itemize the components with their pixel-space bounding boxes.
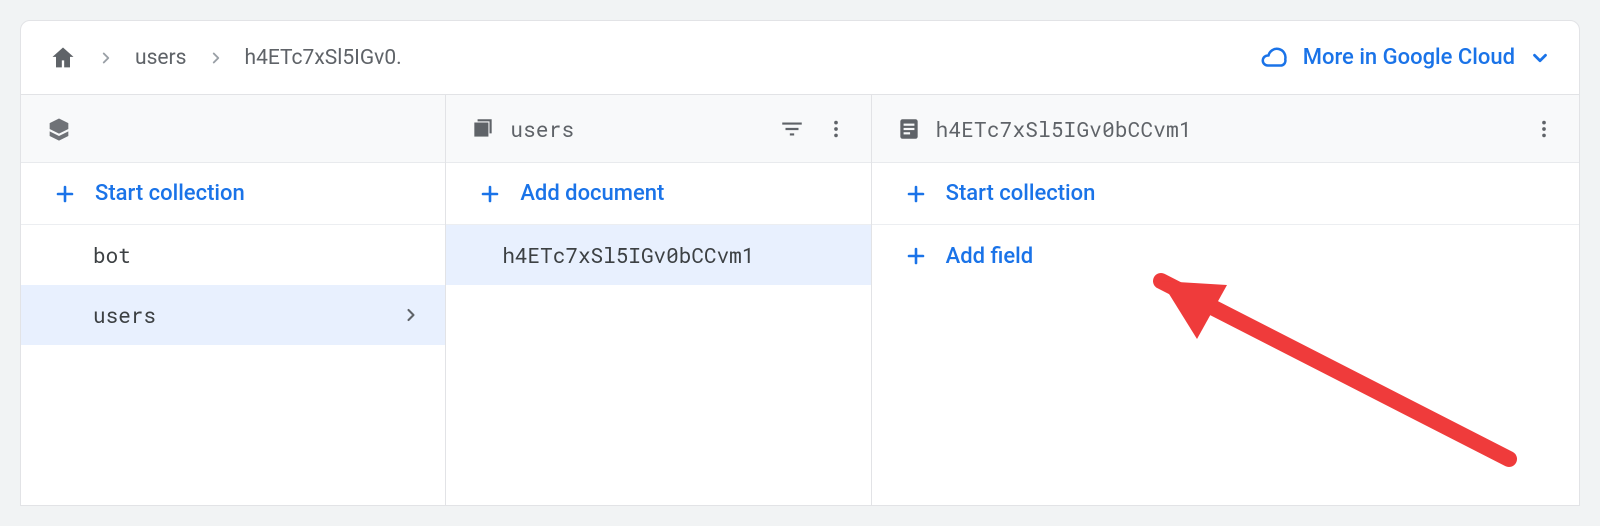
collection-icon <box>470 116 496 142</box>
breadcrumb: users h4ETc7xSl5IGv0. <box>49 44 402 72</box>
cloud-icon <box>1259 43 1289 73</box>
collection-item-label: bot <box>93 241 131 269</box>
more-vert-icon[interactable] <box>1533 118 1555 140</box>
more-in-google-cloud-link[interactable]: More in Google Cloud <box>1259 43 1551 73</box>
plus-icon <box>904 182 928 206</box>
cloud-link-label: More in Google Cloud <box>1303 45 1515 70</box>
add-document-label: Add document <box>520 181 664 206</box>
plus-icon <box>478 182 502 206</box>
chevron-down-icon <box>1529 47 1551 69</box>
breadcrumb-item-users[interactable]: users <box>135 46 187 70</box>
chevron-right-icon <box>97 49 115 67</box>
filter-icon[interactable] <box>779 116 805 142</box>
column-document: h4ETc7xSl5IGv0bCCvm1 Start collection <box>872 95 1579 505</box>
doc-add-field-button[interactable]: Add field <box>872 225 1579 287</box>
doc-start-collection-label: Start collection <box>946 181 1096 206</box>
document-item[interactable]: h4ETc7xSl5IGv0bCCvm1 <box>446 225 870 285</box>
collection-item-users[interactable]: users <box>21 285 445 345</box>
plus-icon <box>53 182 77 206</box>
home-icon[interactable] <box>49 44 77 72</box>
plus-icon <box>904 244 928 268</box>
collection-item-bot[interactable]: bot <box>21 225 445 285</box>
column-root: Start collection bot users <box>21 95 446 505</box>
collection-item-label: users <box>93 301 156 329</box>
document-icon <box>896 116 922 142</box>
doc-add-field-label: Add field <box>946 244 1034 269</box>
chevron-right-icon <box>207 49 225 67</box>
start-collection-button[interactable]: Start collection <box>21 163 445 225</box>
add-document-button[interactable]: Add document <box>446 163 870 225</box>
start-collection-label: Start collection <box>95 181 245 206</box>
firestore-root-icon <box>45 115 73 143</box>
chevron-right-icon <box>401 305 421 325</box>
document-item-label: h4ETc7xSl5IGv0bCCvm1 <box>502 241 754 269</box>
column-collection: users Add document h4ETc7xSl5IGv0bCCvm1 <box>446 95 871 505</box>
breadcrumb-item-doc[interactable]: h4ETc7xSl5IGv0. <box>245 46 402 70</box>
collection-title: users <box>510 115 574 143</box>
more-vert-icon[interactable] <box>825 118 847 140</box>
document-title: h4ETc7xSl5IGv0bCCvm1 <box>936 115 1192 143</box>
doc-start-collection-button[interactable]: Start collection <box>872 163 1579 225</box>
